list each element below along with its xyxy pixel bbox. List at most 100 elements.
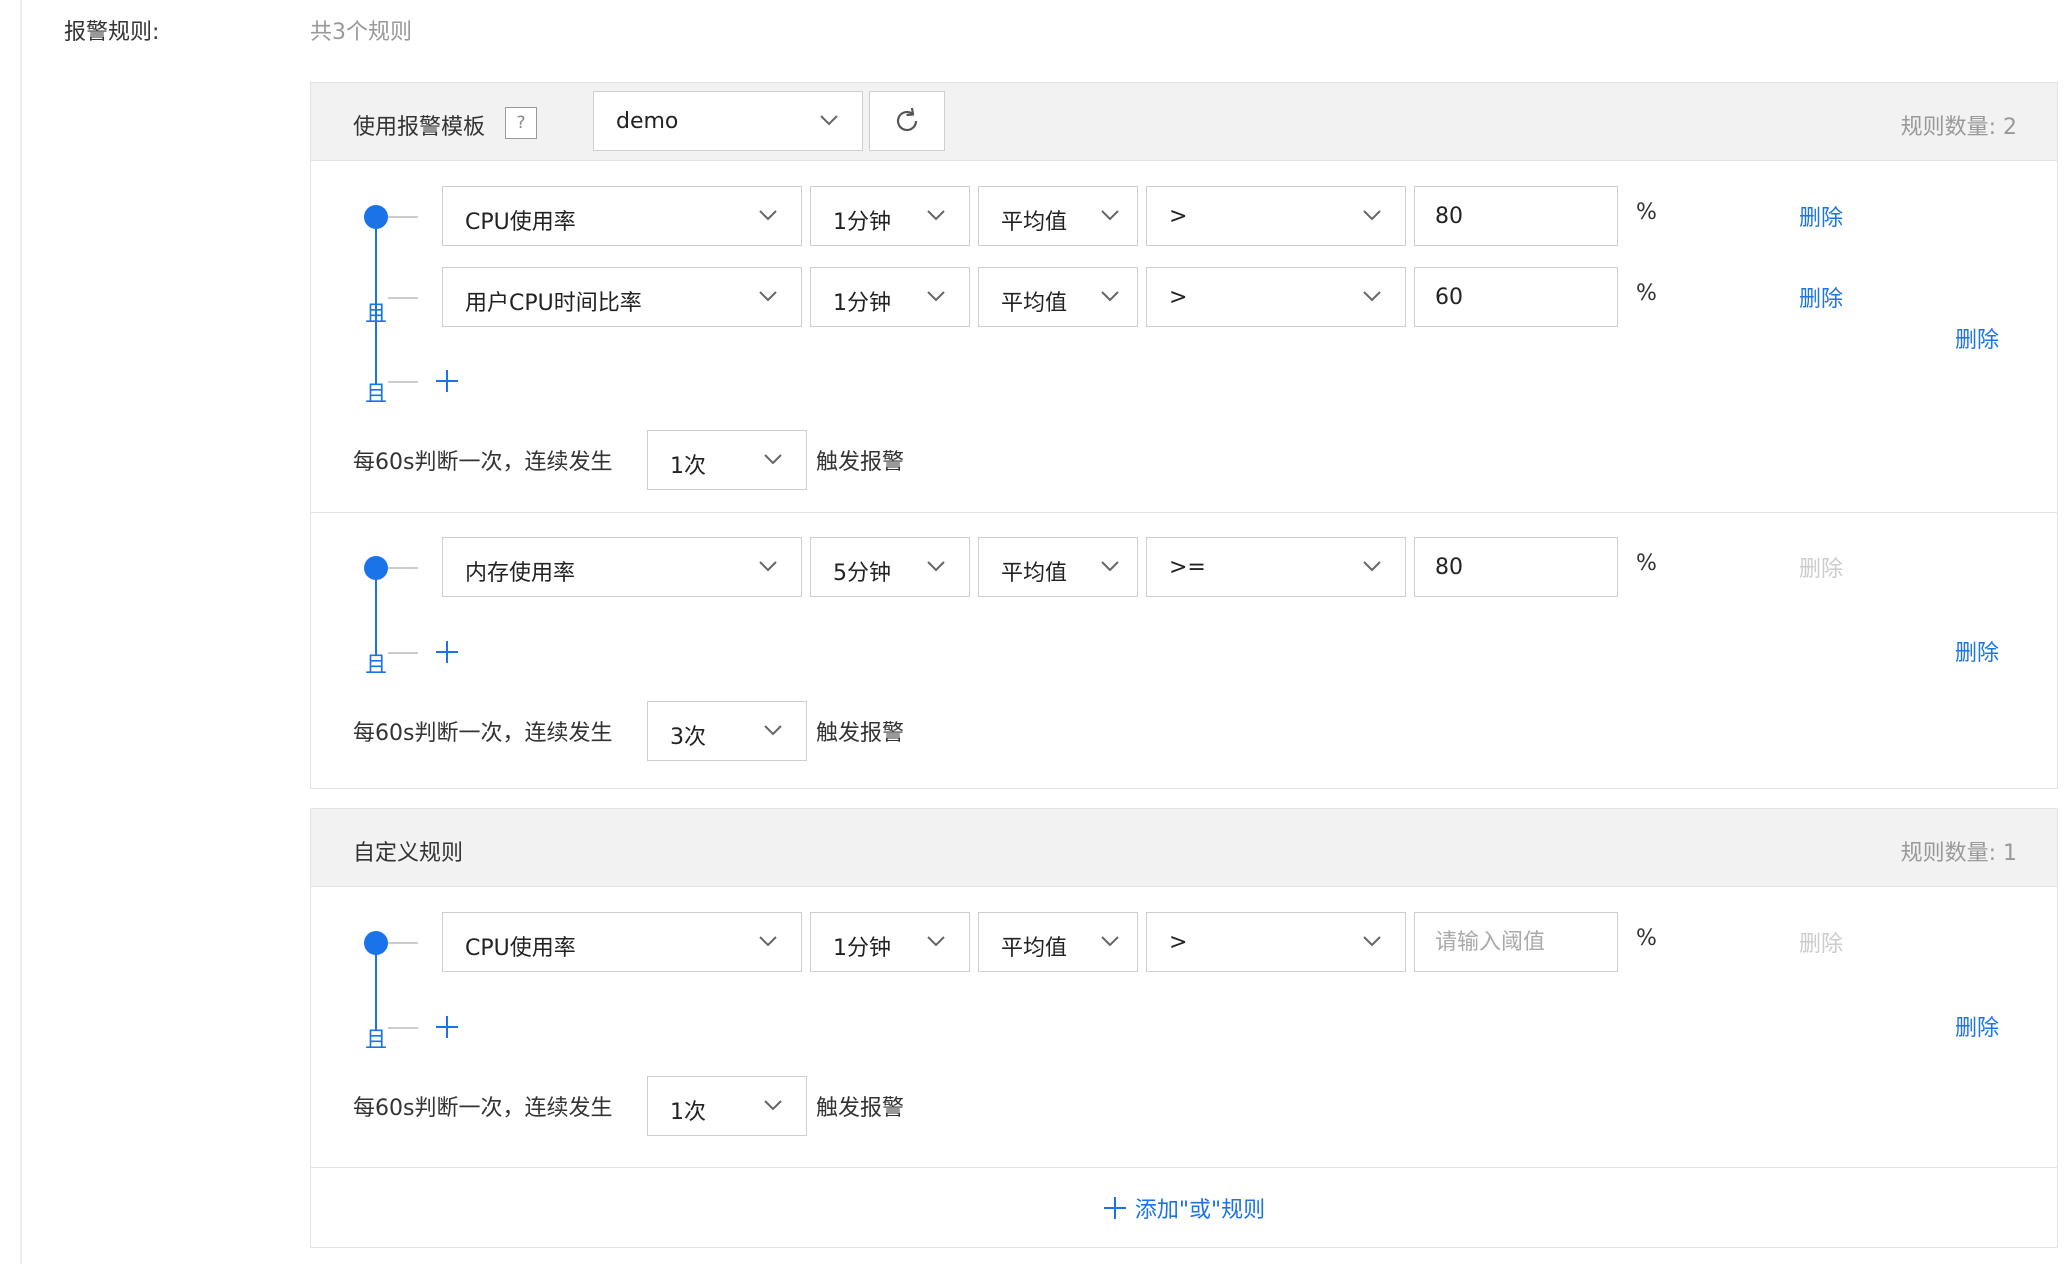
stat-value: 平均值: [1001, 210, 1068, 235]
chevron-down-icon: [762, 448, 784, 470]
chevron-down-icon: [925, 204, 947, 226]
connector-branch: [388, 942, 418, 944]
operator-value: >: [1169, 930, 1188, 955]
chevron-down-icon: [925, 285, 947, 307]
period-select[interactable]: 1分钟: [810, 267, 970, 327]
delete-condition-link: 删除: [1799, 932, 1844, 957]
stat-value: 平均值: [1001, 936, 1068, 961]
period-select[interactable]: 5分钟: [810, 537, 970, 597]
metric-value: 内存使用率: [465, 561, 576, 586]
field-label: 报警规则:: [64, 20, 160, 45]
stat-select[interactable]: 平均值: [978, 186, 1138, 246]
times-select[interactable]: 3次: [647, 701, 807, 761]
chevron-down-icon: [757, 555, 779, 577]
frequency-prefix: 每60s判断一次，连续发生: [353, 721, 613, 746]
chevron-down-icon: [1361, 285, 1383, 307]
period-value: 1分钟: [833, 291, 891, 316]
connector-branch: [388, 567, 418, 569]
connector-branch: [388, 216, 418, 218]
operator-select[interactable]: >: [1146, 186, 1406, 246]
operator-select[interactable]: >: [1146, 267, 1406, 327]
add-condition-button[interactable]: [434, 639, 460, 665]
template-rule-count: 规则数量: 2: [1900, 115, 2017, 140]
help-icon[interactable]: ?: [505, 107, 537, 139]
plus-icon: [1103, 1196, 1127, 1220]
refresh-button[interactable]: [869, 91, 945, 151]
template-select-value: demo: [616, 109, 679, 134]
chevron-down-icon: [757, 930, 779, 952]
operator-select[interactable]: >: [1146, 912, 1406, 972]
chevron-down-icon: [1099, 930, 1121, 952]
chevron-down-icon: [925, 930, 947, 952]
connector-line: [375, 568, 377, 656]
unit-label: %: [1636, 551, 1657, 576]
connector-branch: [388, 652, 418, 654]
stat-value: 平均值: [1001, 291, 1068, 316]
metric-select[interactable]: CPU使用率: [442, 912, 802, 972]
threshold-input[interactable]: [1414, 912, 1618, 972]
metric-select[interactable]: 内存使用率: [442, 537, 802, 597]
add-condition-button[interactable]: [434, 368, 460, 394]
rule-group: 内存使用率 5分钟 平均值 >= % 删除 且 删除 每60s判断一次，连续发生…: [311, 513, 2057, 789]
unit-label: %: [1636, 281, 1657, 306]
period-select[interactable]: 1分钟: [810, 186, 970, 246]
times-value: 3次: [670, 725, 706, 750]
refresh-icon: [896, 107, 918, 132]
metric-select[interactable]: CPU使用率: [442, 186, 802, 246]
stat-select[interactable]: 平均值: [978, 537, 1138, 597]
connector-branch: [388, 297, 418, 299]
period-value: 1分钟: [833, 936, 891, 961]
template-panel-title: 使用报警模板: [353, 115, 486, 140]
threshold-input[interactable]: [1414, 537, 1618, 597]
stat-value: 平均值: [1001, 561, 1068, 586]
connector-branch: [388, 381, 418, 383]
metric-select[interactable]: 用户CPU时间比率: [442, 267, 802, 327]
period-value: 1分钟: [833, 210, 891, 235]
delete-group-link[interactable]: 删除: [1955, 635, 1999, 667]
unit-label: %: [1636, 200, 1657, 225]
operator-select[interactable]: >=: [1146, 537, 1406, 597]
chevron-down-icon: [1099, 204, 1121, 226]
add-condition-button[interactable]: [434, 1014, 460, 1040]
metric-value: CPU使用率: [465, 210, 576, 235]
delete-condition-link: 删除: [1799, 557, 1844, 582]
delete-condition-link[interactable]: 删除: [1799, 200, 1843, 232]
chevron-down-icon: [762, 1094, 784, 1116]
operator-value: >: [1169, 285, 1188, 310]
chevron-down-icon: [1361, 204, 1383, 226]
stat-select[interactable]: 平均值: [978, 912, 1138, 972]
add-or-rule-label: 添加"或"规则: [1134, 1197, 1266, 1223]
add-or-rule-button[interactable]: 添加"或"规则: [311, 1167, 2057, 1247]
frequency-prefix: 每60s判断一次，连续发生: [353, 1096, 613, 1121]
and-label: 且: [365, 1028, 388, 1053]
operator-value: >=: [1169, 555, 1206, 580]
chevron-down-icon: [757, 204, 779, 226]
unit-label: %: [1636, 926, 1657, 951]
and-label: 且: [365, 302, 388, 327]
frequency-suffix: 触发报警: [816, 721, 905, 746]
times-select[interactable]: 1次: [647, 1076, 807, 1136]
chevron-down-icon: [1361, 930, 1383, 952]
times-value: 1次: [670, 454, 706, 479]
connector-branch: [388, 1027, 418, 1029]
period-select[interactable]: 1分钟: [810, 912, 970, 972]
operator-value: >: [1169, 204, 1188, 229]
template-rules-panel: 使用报警模板 ? demo 规则数量: 2 CPU使用率 1分钟 平均值 > 8…: [310, 82, 2058, 789]
metric-value: CPU使用率: [465, 936, 576, 961]
threshold-input[interactable]: [1414, 186, 1618, 246]
metric-value: 用户CPU时间比率: [465, 291, 642, 316]
rule-group: CPU使用率 1分钟 平均值 > % 删除 且 删除 每60s判断一次，连续发生…: [311, 888, 2057, 1166]
and-label: 且: [365, 382, 388, 407]
stat-select[interactable]: 平均值: [978, 267, 1138, 327]
times-select[interactable]: 1次: [647, 430, 807, 490]
delete-group-link[interactable]: 删除: [1955, 1010, 1999, 1042]
frequency-suffix: 触发报警: [816, 450, 905, 475]
threshold-input[interactable]: [1414, 267, 1618, 327]
chevron-down-icon: [757, 285, 779, 307]
period-value: 5分钟: [833, 561, 891, 586]
custom-rule-count: 规则数量: 1: [1900, 841, 2017, 866]
custom-rules-panel: 自定义规则 规则数量: 1 CPU使用率 1分钟 平均值 > % 删除 且 删除…: [310, 808, 2058, 1248]
delete-condition-link[interactable]: 删除: [1799, 281, 1843, 313]
template-select[interactable]: demo: [593, 91, 863, 151]
delete-group-link[interactable]: 删除: [1955, 322, 1999, 354]
